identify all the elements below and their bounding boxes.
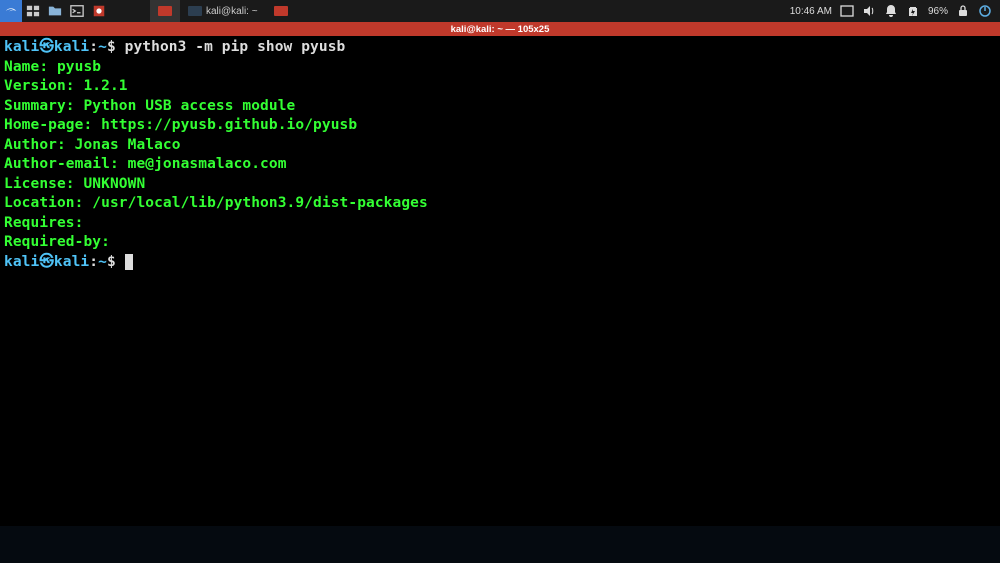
terminal-body[interactable]: kali㉿kali:~$ python3 -m pip show pyusbNa… (0, 36, 1000, 526)
app-icon[interactable] (88, 0, 110, 22)
task-thumb-icon (274, 6, 288, 16)
volume-icon[interactable] (862, 4, 876, 18)
taskbar: kali@kali: ~ 10:46 AM 96% (0, 0, 1000, 22)
task-item-2[interactable]: kali@kali: ~ (180, 0, 266, 22)
task-item-1[interactable] (150, 0, 180, 22)
workspace-icon[interactable] (840, 4, 854, 18)
clock[interactable]: 10:46 AM (790, 6, 832, 17)
lock-icon[interactable] (956, 4, 970, 18)
battery-icon[interactable] (906, 4, 920, 18)
notification-icon[interactable] (884, 4, 898, 18)
terminal-icon[interactable] (66, 0, 88, 22)
power-icon[interactable] (978, 4, 992, 18)
window-list-icon[interactable] (22, 0, 44, 22)
terminal-tab-bar[interactable]: kali@kali: ~ — 105x25 (0, 22, 1000, 36)
files-icon[interactable] (44, 0, 66, 22)
taskbar-right: 10:46 AM 96% (790, 0, 1000, 22)
task-item-3[interactable] (266, 0, 296, 22)
terminal-tab-label: kali@kali: ~ — 105x25 (451, 24, 550, 35)
task-thumb-icon (158, 6, 172, 16)
kali-menu-icon[interactable] (0, 0, 22, 22)
battery-percent: 96% (928, 6, 948, 17)
taskbar-left: kali@kali: ~ (0, 0, 296, 22)
task-label: kali@kali: ~ (206, 6, 258, 17)
terminal-window: kali@kali: ~ – ▢ ✕ kali@kali: ~ — 105x25… (0, 8, 1000, 526)
task-thumb-icon (188, 6, 202, 16)
